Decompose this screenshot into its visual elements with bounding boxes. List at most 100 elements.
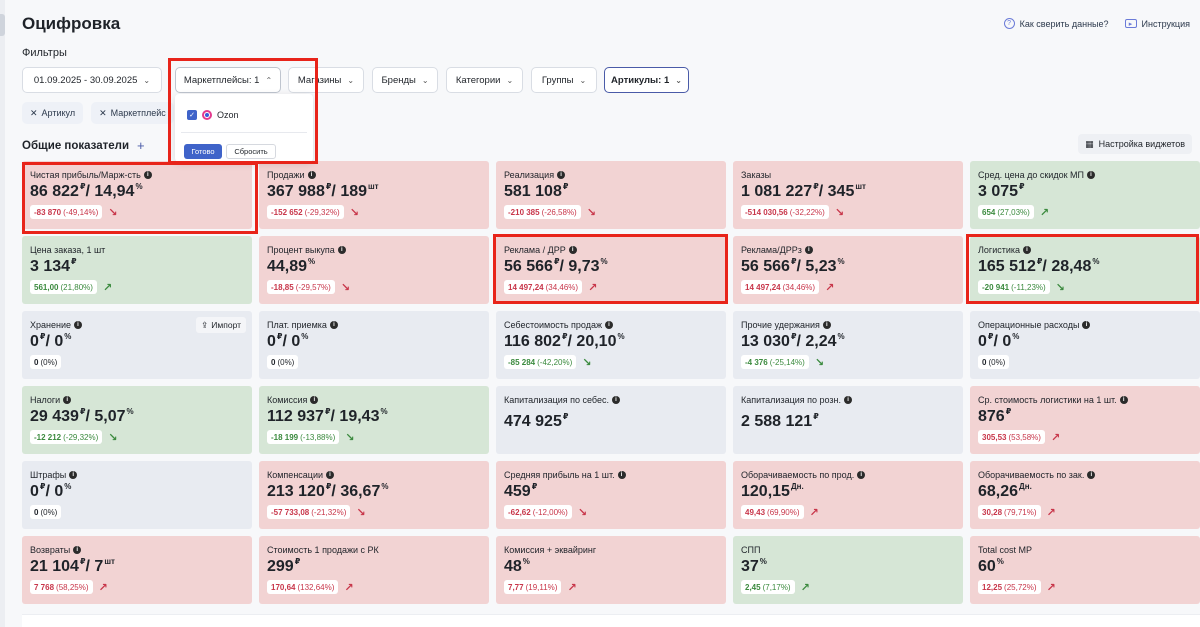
info-icon[interactable]: i — [557, 171, 566, 179]
metric-value-secondary: / 0 — [45, 483, 64, 500]
metric-card[interactable]: Комиссия + эквайринг 48% 7,77 (19,11%) ↗ — [496, 536, 726, 604]
info-icon[interactable]: i — [73, 546, 82, 554]
info-icon[interactable]: i — [844, 396, 853, 404]
info-icon[interactable]: i — [804, 246, 813, 254]
metric-card[interactable]: Хранение i 0₽/ 0% 0 (0%) ⇪ Импорт — [22, 311, 252, 379]
chip-article[interactable]: ✕ Артикул — [22, 102, 84, 124]
metric-card[interactable]: Плат. приемка i 0₽/ 0% 0 (0%) — [259, 311, 489, 379]
brands-filter[interactable]: Бренды ⌄ — [372, 67, 438, 93]
compare-data-link[interactable]: ? Как сверить данные? — [1003, 18, 1109, 29]
metric-card[interactable]: Штрафы i 0₽/ 0% 0 (0%) — [22, 461, 252, 529]
info-icon[interactable]: i — [143, 171, 152, 179]
info-icon[interactable]: i — [329, 321, 338, 329]
info-icon[interactable]: i — [63, 396, 72, 404]
metric-card[interactable]: Налоги i 29 439₽/ 5,07% -12 212 (-29,32%) ↘ — [22, 386, 252, 454]
metric-card[interactable]: Процент выкупа i 44,89% -18,85 (-29,57%) ↘ — [259, 236, 489, 304]
info-icon[interactable]: i — [617, 471, 626, 479]
metric-card[interactable]: Оборачиваемость по зак. i 68,26Дн. 30,28 (79… — [970, 461, 1200, 529]
metric-card[interactable]: Реклама / ДРР i 56 566₽/ 9,73% 14 497,24 (34… — [496, 236, 726, 304]
reset-button[interactable]: Сбросить — [226, 144, 276, 159]
dropdown-option-ozon[interactable]: ✓ Ozon — [187, 110, 239, 120]
info-icon[interactable]: i — [612, 396, 620, 404]
info-icon[interactable]: i — [1087, 471, 1096, 479]
instructions-link[interactable]: ▸ Инструкция — [1124, 18, 1190, 29]
close-icon[interactable]: ✕ — [99, 108, 107, 119]
help-circle-icon: ? — [1003, 18, 1015, 29]
marketplaces-filter[interactable]: Маркетплейсы: 1 ⌃ — [175, 67, 281, 93]
metric-card[interactable]: Средняя прибыль на 1 шт. i 459₽ -62,62 (-12,… — [496, 461, 726, 529]
metric-delta-badge: -57 733,08 (-21,32%) — [267, 505, 351, 519]
widget-settings-button[interactable]: ▦ Настройка виджетов — [1078, 134, 1192, 154]
info-icon[interactable]: i — [337, 246, 346, 254]
import-button[interactable]: ⇪ Импорт — [196, 317, 246, 333]
metric-card[interactable]: Себестоимость продаж i 116 802₽/ 20,10% -85… — [496, 311, 726, 379]
metric-card[interactable]: Цена заказа, 1 шт 3 134₽ 561,00 (21,80%) ↗ — [22, 236, 252, 304]
add-widget-icon[interactable]: + — [137, 138, 145, 153]
info-icon[interactable]: i — [1082, 321, 1091, 329]
metric-card[interactable]: Реклама/ДРРз i 56 566₽/ 5,23% 14 497,24 (34,… — [733, 236, 963, 304]
metric-delta-badge: 12,25 (25,72%) — [978, 580, 1041, 594]
metric-card[interactable]: Возвраты i 21 104₽/ 7шт 7 768 (58,25%) ↗ — [22, 536, 252, 604]
metric-card[interactable]: Логистика i 165 512₽/ 28,48% -20 941 (-11,23… — [970, 236, 1200, 304]
metric-delta-badge: -18,85 (-29,57%) — [267, 280, 335, 294]
info-icon[interactable]: i — [307, 171, 316, 179]
metric-card[interactable]: Капитализация по себес. i 474 925₽ — [496, 386, 726, 454]
metric-unit: ₽ — [79, 557, 86, 566]
metric-card[interactable]: Прочие удержания i 13 030₽/ 2,24% -4 376 (-2… — [733, 311, 963, 379]
arrow-down-right-icon: ↘ — [108, 206, 118, 219]
metric-card[interactable]: Комиссия i 112 937₽/ 19,43% -18 199 (-13,88%… — [259, 386, 489, 454]
date-range-picker[interactable]: 01.09.2025 - 30.09.2025 ⌄ — [22, 67, 162, 93]
metric-delta-value: 0 — [34, 507, 39, 517]
info-icon[interactable]: i — [326, 471, 334, 479]
metric-card[interactable]: Компенсации i 213 120₽/ 36,67% -57 733,08 (-… — [259, 461, 489, 529]
metric-delta-badge: 561,00 (21,80%) — [30, 280, 97, 294]
rail-handle[interactable] — [0, 14, 5, 36]
apply-button[interactable]: Готово — [184, 144, 222, 159]
metric-card[interactable]: СПП 37% 2,45 (7,17%) ↗ — [733, 536, 963, 604]
arrow-up-right-icon: ↗ — [567, 581, 577, 594]
metric-value-secondary: / 7 — [85, 558, 104, 575]
info-icon[interactable]: i — [1086, 171, 1095, 179]
categories-filter[interactable]: Категории ⌄ — [446, 67, 523, 93]
metric-card[interactable]: Стоимость 1 продажи с РК 299₽ 170,64 (132,6… — [259, 536, 489, 604]
metric-card[interactable]: Капитализация по розн. i 2 588 121₽ — [733, 386, 963, 454]
metric-value-main: 165 512 — [978, 258, 1036, 275]
groups-filter[interactable]: Группы ⌄ — [531, 67, 597, 93]
metric-delta-row: -152 652 (-29,32%) ↘ — [267, 205, 481, 219]
metric-card[interactable]: Реализация i 581 108₽ -210 385 (-26,58%) ↘ — [496, 161, 726, 229]
stores-filter[interactable]: Магазины ⌄ — [288, 67, 364, 93]
metric-value-secondary: / 36,67 — [331, 483, 381, 500]
metric-delta-percent: (-29,32%) — [304, 207, 340, 217]
metric-label: Штрафы i — [30, 470, 244, 480]
metric-unit: ₽ — [790, 332, 797, 341]
metric-unit-secondary: % — [64, 482, 72, 491]
metric-card[interactable]: Заказы 1 081 227₽/ 345шт -514 030,56 (-32,2… — [733, 161, 963, 229]
info-icon[interactable]: i — [69, 471, 78, 479]
close-icon[interactable]: ✕ — [30, 108, 38, 119]
metric-card[interactable]: Сред. цена до скидок МП i 3 075₽ 654 (27,03%… — [970, 161, 1200, 229]
metric-card[interactable]: Чистая прибыль/Марж-сть i 86 822₽/ 14,94% -… — [22, 161, 252, 229]
info-icon[interactable]: i — [1023, 246, 1032, 254]
info-icon[interactable]: i — [568, 246, 577, 254]
metric-label-text: Реализация — [504, 170, 555, 180]
metric-card[interactable]: Продажи i 367 988₽/ 189шт -152 652 (-29,32%)… — [259, 161, 489, 229]
info-icon[interactable]: i — [1119, 396, 1128, 404]
info-icon[interactable]: i — [74, 321, 82, 329]
info-icon[interactable]: i — [605, 321, 613, 329]
info-icon[interactable]: i — [857, 471, 866, 479]
metric-card[interactable]: Оборачиваемость по прод. i 120,15Дн. 49,43(… — [733, 461, 963, 529]
checkbox-checked-icon[interactable]: ✓ — [187, 110, 197, 120]
metric-delta-value: -57 733,08 — [271, 507, 310, 517]
metric-card[interactable]: Ср. стоимость логистики на 1 шт. i 876₽ 305… — [970, 386, 1200, 454]
info-icon[interactable]: i — [822, 321, 831, 329]
metric-delta-row: 0 (0%) — [267, 355, 481, 369]
metric-card[interactable]: Total cost MP 60% 12,25 (25,72%) ↗ — [970, 536, 1200, 604]
metric-value-main: 29 439 — [30, 408, 79, 425]
metric-label-text: Прочие удержания — [741, 320, 820, 330]
articles-filter[interactable]: Артикулы: 1 ⌄ — [604, 67, 689, 93]
metric-delta-row: 7 768 (58,25%) ↗ — [30, 580, 244, 594]
metric-delta-value: 30,28 — [982, 507, 1003, 517]
info-icon[interactable]: i — [310, 396, 319, 404]
metric-card[interactable]: Операционные расходы i 0₽/ 0% 0 (0%) — [970, 311, 1200, 379]
chip-marketplace[interactable]: ✕ Маркетплейс — [91, 102, 174, 124]
